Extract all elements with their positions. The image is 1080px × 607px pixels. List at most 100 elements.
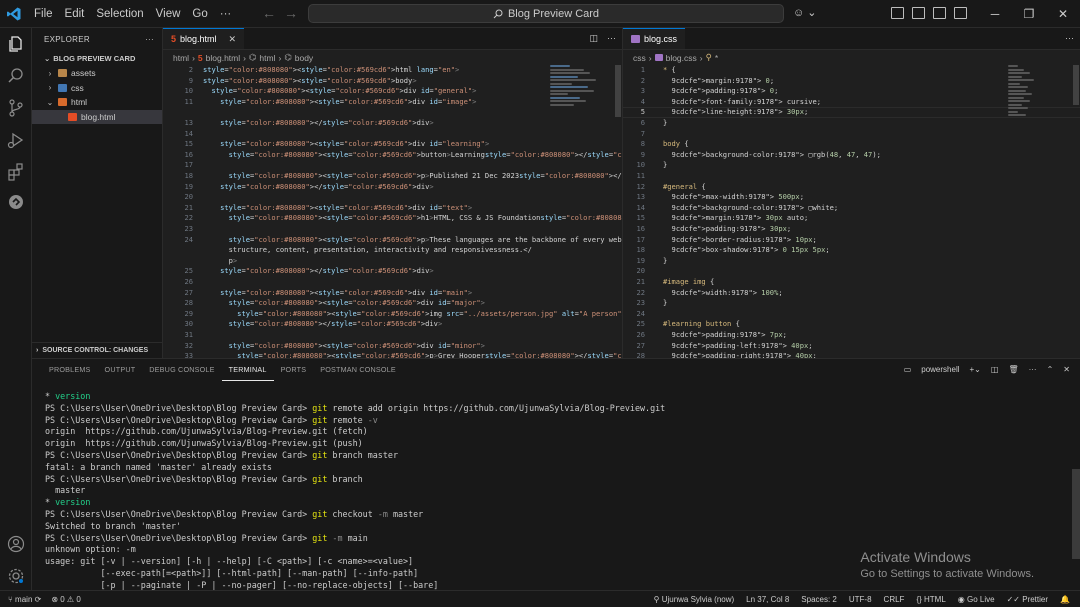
git-blame-indicator[interactable]: ⚲ Ujunwa Sylvia (now) <box>654 595 735 604</box>
more-actions-icon[interactable]: ··· <box>1065 33 1074 43</box>
menu-view[interactable]: View <box>150 8 187 20</box>
tab-ports[interactable]: PORTS <box>274 359 314 381</box>
menu-more[interactable]: ··· <box>214 8 238 20</box>
language-mode[interactable]: {} HTML <box>916 595 945 604</box>
minimap[interactable] <box>1008 65 1068 135</box>
split-terminal-icon[interactable]: ◫ <box>991 365 999 374</box>
minimize-icon[interactable]: ─ <box>978 0 1012 28</box>
copilot-menu[interactable]: ☺ ⌄ <box>793 6 817 19</box>
run-debug-icon[interactable] <box>6 130 26 150</box>
customize-layout-icon[interactable] <box>891 7 904 19</box>
tab-postman-console[interactable]: POSTMAN CONSOLE <box>313 359 403 381</box>
workspace-folder[interactable]: ⌄ BLOG PREVIEW CARD <box>32 50 162 66</box>
code-line: style="color:#808080"></style="color:#56… <box>220 266 434 276</box>
encoding[interactable]: UTF-8 <box>849 595 872 604</box>
tab-blog-css[interactable]: blog.css <box>623 28 686 49</box>
prettier-label: Prettier <box>1022 595 1049 604</box>
account-icon[interactable] <box>6 534 26 554</box>
minimap[interactable] <box>550 65 610 135</box>
line-number: 13 <box>636 192 645 202</box>
toggle-panel-icon[interactable] <box>933 7 946 19</box>
breadcrumb-item[interactable]: * <box>715 53 718 63</box>
line-number: 30 <box>184 319 193 329</box>
remote-explorer-icon[interactable] <box>6 192 26 212</box>
line-number: 4 <box>640 96 645 106</box>
more-actions-icon[interactable]: ··· <box>607 33 616 44</box>
line-number: 2 <box>640 75 645 85</box>
search-icon[interactable] <box>6 66 26 86</box>
line-number: 3 <box>640 86 645 96</box>
breadcrumb-item[interactable]: html <box>173 53 189 63</box>
close-icon[interactable]: ✕ <box>1046 0 1080 28</box>
end-of-line[interactable]: CRLF <box>884 595 905 604</box>
status-bar: ⑂ main ⟳ ⊗ 0 ⚠ 0 ⚲ Ujunwa Sylvia (now) L… <box>0 590 1080 607</box>
menu-selection[interactable]: Selection <box>90 8 149 20</box>
tab-terminal[interactable]: TERMINAL <box>221 359 274 381</box>
new-terminal-icon[interactable]: +⌄ <box>970 365 981 374</box>
indentation[interactable]: Spaces: 2 <box>801 595 837 604</box>
tree-item-css[interactable]: › css <box>32 81 162 96</box>
toggle-secondary-sidebar-icon[interactable] <box>954 7 967 19</box>
selector-icon: ⚲ <box>705 52 712 62</box>
menu-file[interactable]: File <box>28 8 59 20</box>
breadcrumb-item[interactable]: body <box>295 53 313 63</box>
go-live-button[interactable]: ◉ Go Live <box>958 595 995 604</box>
code-line: 9cdcfe">padding:9178"> 30px; <box>671 224 792 233</box>
menu-edit[interactable]: Edit <box>59 8 91 20</box>
explorer-icon[interactable] <box>6 34 26 54</box>
restore-icon[interactable]: ❐ <box>1012 0 1046 28</box>
terminal-line: fatal: a branch named 'master' already e… <box>45 461 272 472</box>
more-actions-icon[interactable]: ··· <box>145 35 154 44</box>
manage-gear-icon[interactable] <box>6 566 26 586</box>
toggle-sidebar-icon[interactable] <box>912 7 925 19</box>
tab-output[interactable]: OUTPUT <box>98 359 143 381</box>
close-icon[interactable]: ✕ <box>229 34 237 45</box>
html-file-icon <box>68 112 77 121</box>
cursor-position[interactable]: Ln 37, Col 8 <box>746 595 789 604</box>
breadcrumb-item[interactable]: html <box>259 53 275 63</box>
maximize-panel-icon[interactable]: ⌃ <box>1047 365 1054 374</box>
terminal-scrollbar[interactable] <box>1072 469 1080 559</box>
problems-indicator[interactable]: ⊗ 0 ⚠ 0 <box>51 595 80 604</box>
line-number: 27 <box>636 340 645 350</box>
code-line: style="color:#808080"><style="color:#569… <box>220 96 477 106</box>
editor-scrollbar[interactable] <box>614 65 622 355</box>
tab-problems[interactable]: PROBLEMS <box>42 359 98 381</box>
close-icon[interactable]: ✕ <box>1063 365 1070 374</box>
breadcrumb-separator: › <box>243 52 246 63</box>
back-arrow-icon[interactable]: ← <box>262 5 276 21</box>
tree-item-html[interactable]: ⌄ html <box>32 95 162 110</box>
element-icon: ⌬ <box>248 52 257 62</box>
prettier-status[interactable]: ✓✓ Prettier <box>1007 595 1048 604</box>
terminal-shell-label[interactable]: powershell <box>921 365 959 374</box>
tree-item-blog-html[interactable]: blog.html <box>32 109 162 124</box>
extensions-icon[interactable] <box>6 162 26 182</box>
forward-arrow-icon[interactable]: → <box>284 5 298 21</box>
line-number: 9 <box>188 75 193 85</box>
code-line: style="color:#808080"><style="color:#569… <box>220 287 473 297</box>
line-number: 19 <box>184 181 193 191</box>
code-line: body { <box>663 139 689 149</box>
menu-go[interactable]: Go <box>186 8 213 20</box>
tree-item-assets[interactable]: › assets <box>32 66 162 81</box>
notifications-bell-icon[interactable]: 🔔 <box>1060 595 1070 604</box>
source-control-icon[interactable] <box>6 98 26 118</box>
split-editor-icon[interactable]: ◫ <box>589 33 598 44</box>
tab-debug-console[interactable]: DEBUG CONSOLE <box>142 359 221 381</box>
branch-indicator[interactable]: ⑂ main ⟳ <box>8 595 41 604</box>
more-actions-icon[interactable]: ··· <box>1029 365 1037 374</box>
editor-scrollbar[interactable] <box>1072 65 1080 355</box>
editor-group-css: blog.css ··· css › blog.css › ⚲ * 1 * {2 9c… <box>622 28 1080 360</box>
breadcrumb-item[interactable]: blog.css <box>666 53 697 63</box>
line-number: 21 <box>636 277 645 286</box>
tab-blog-html[interactable]: 5 blog.html ✕ <box>163 28 245 49</box>
scm-section-header[interactable]: › SOURCE CONTROL: CHANGES <box>32 342 163 358</box>
terminal-line: Switched to branch 'master' <box>45 520 182 531</box>
breadcrumb-item[interactable]: blog.html <box>206 53 241 63</box>
terminal-output[interactable]: * version PS C:\Users\User\OneDrive\Deskt… <box>45 391 665 592</box>
breadcrumb-item[interactable]: css <box>633 53 646 63</box>
folder-icon <box>58 69 67 78</box>
kill-terminal-icon[interactable]: 🗑 <box>1008 365 1018 374</box>
command-center-search[interactable]: Blog Preview Card <box>308 4 784 23</box>
line-number: 17 <box>184 160 193 170</box>
